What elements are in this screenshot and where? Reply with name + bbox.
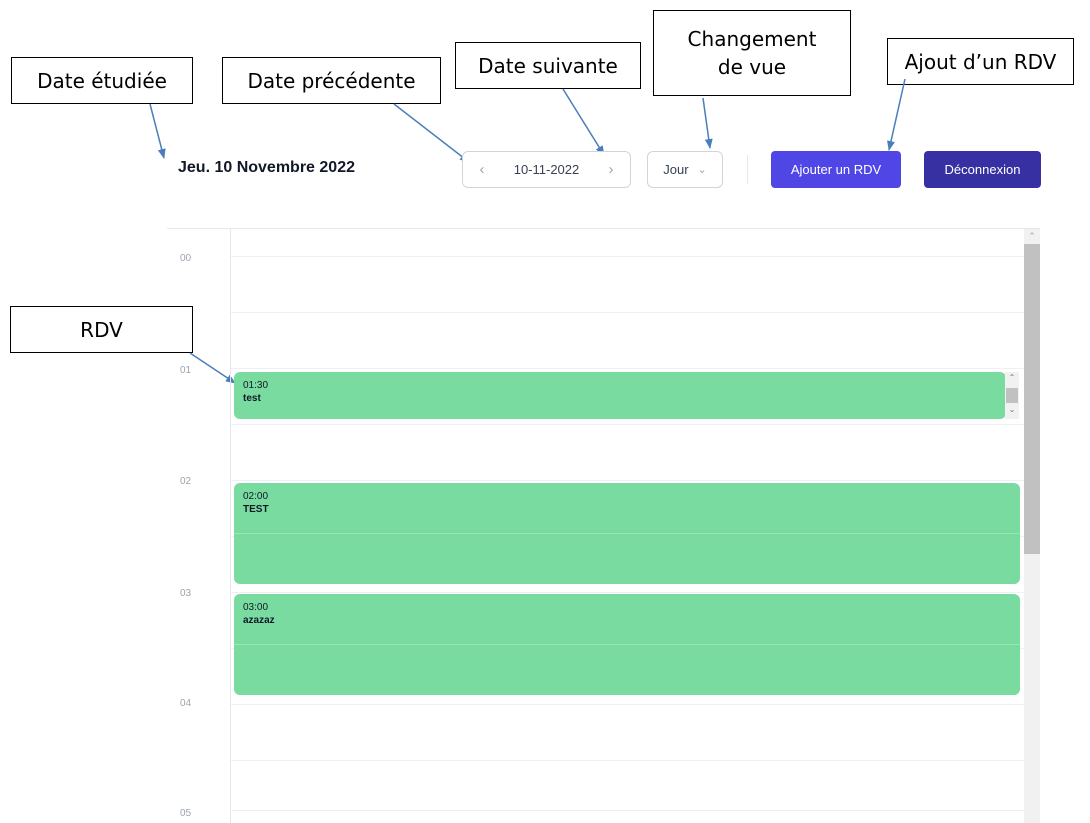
callout-changement-vue-line1: Changement <box>687 27 817 51</box>
event-title: test <box>243 393 261 404</box>
calendar-scrollbar-thumb[interactable] <box>1024 244 1040 554</box>
chevron-right-icon[interactable]: › <box>604 161 618 178</box>
hour-line <box>231 480 1024 481</box>
event-time: 03:00 <box>243 602 269 613</box>
hour-line <box>231 704 1024 705</box>
hour-label: 00 <box>180 253 192 264</box>
arrow-rdv <box>189 352 236 384</box>
callout-ajout-rdv: Ajout d’un RDV <box>887 38 1074 85</box>
hour-line <box>231 256 1024 257</box>
appointment-event[interactable]: 02:00 TEST <box>234 483 1020 584</box>
appointment-event[interactable]: 01:30 test <box>234 372 1006 419</box>
current-date-title: Jeu. 10 Novembre 2022 <box>178 159 355 176</box>
event-title: TEST <box>243 504 269 515</box>
chevron-left-icon[interactable]: ‹ <box>475 161 489 178</box>
add-appointment-button[interactable]: Ajouter un RDV <box>771 151 901 188</box>
hour-line <box>231 368 1024 369</box>
hour-label: 04 <box>180 698 192 709</box>
hour-label: 05 <box>180 808 192 819</box>
chevron-down-icon[interactable]: ⌄ <box>1005 405 1019 414</box>
event-scrollbar-thumb[interactable] <box>1006 388 1018 403</box>
hour-label: 01 <box>180 365 192 376</box>
hour-line <box>231 592 1024 593</box>
chevron-up-icon[interactable]: ⌃ <box>1024 229 1040 243</box>
hour-label: 03 <box>180 588 192 599</box>
callout-changement-vue-line2: de vue <box>717 55 787 79</box>
toolbar-divider <box>747 155 748 184</box>
view-mode-value: Jour <box>663 162 689 177</box>
arrow-date-etudiee <box>149 103 166 159</box>
event-time: 01:30 <box>243 380 269 391</box>
current-date-value[interactable]: 10-11-2022 <box>514 162 580 177</box>
view-mode-select[interactable]: Jour ⌄ <box>647 151 723 188</box>
arrow-changement-vue <box>702 97 713 149</box>
callout-date-suivante: Date suivante <box>455 42 641 89</box>
date-navigator: ‹ 10-11-2022 › <box>462 151 631 188</box>
hour-line <box>231 810 1024 811</box>
appointment-event[interactable]: 03:00 azazaz <box>234 594 1020 695</box>
half-hour-line <box>231 312 1024 313</box>
event-half-hour-line <box>234 644 1020 645</box>
calendar-top-border <box>167 228 1040 229</box>
callout-date-etudiee: Date étudiée <box>11 57 193 104</box>
chevron-up-icon[interactable]: ⌃ <box>1005 373 1019 382</box>
arrow-ajout-rdv <box>887 78 906 151</box>
logout-button[interactable]: Déconnexion <box>924 151 1041 188</box>
arrow-date-precedente <box>393 103 470 163</box>
half-hour-line <box>231 424 1024 425</box>
half-hour-line <box>231 760 1024 761</box>
event-title: azazaz <box>243 615 275 626</box>
callout-date-precedente: Date précédente <box>222 57 441 104</box>
callout-changement-vue: Changement de vue <box>653 10 851 96</box>
hour-label: 02 <box>180 476 192 487</box>
callout-rdv: RDV <box>10 306 193 353</box>
chevron-down-icon: ⌄ <box>697 164 707 176</box>
event-half-hour-line <box>234 533 1020 534</box>
arrow-date-suivante <box>562 88 605 156</box>
calendar-time-gutter-border <box>230 229 231 823</box>
event-time: 02:00 <box>243 491 269 502</box>
